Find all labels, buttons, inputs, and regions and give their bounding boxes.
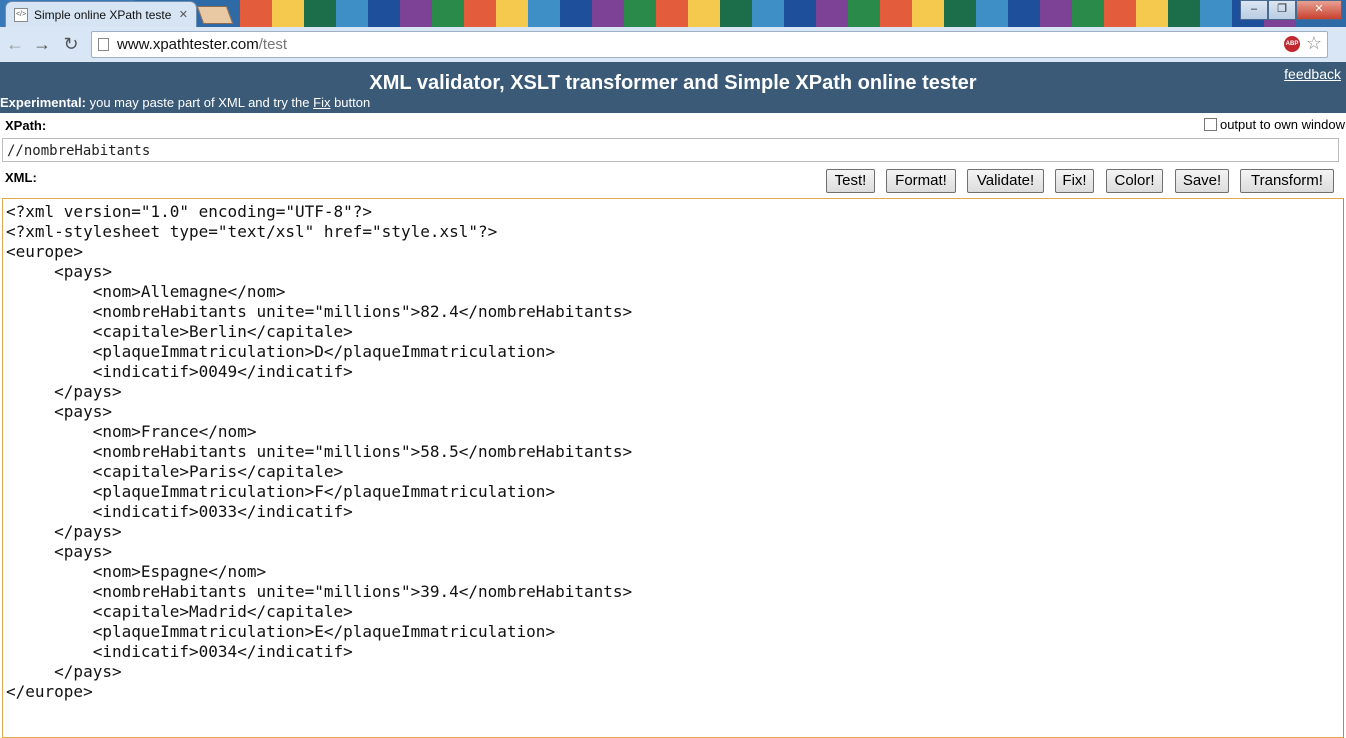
xpath-input[interactable]: //nombreHabitants	[2, 138, 1339, 162]
transform-button[interactable]: Transform!	[1240, 169, 1334, 193]
browser-toolbar: ← → ↻ www.xpathtester.com/test ABP ☆	[0, 27, 1346, 63]
output-own-window-checkbox[interactable]	[1203, 118, 1217, 131]
browser-tab-active[interactable]: </> Simple online XPath teste ✕	[6, 2, 196, 27]
color-button[interactable]: Color!	[1106, 169, 1163, 193]
output-own-window-option[interactable]: output to own window	[1203, 117, 1345, 132]
tab-close-icon[interactable]: ✕	[179, 8, 188, 21]
format-button[interactable]: Format!	[886, 169, 956, 193]
maximize-icon[interactable]: ❐	[1268, 0, 1296, 20]
adblock-icon[interactable]: ABP	[1284, 36, 1300, 52]
xml-editor[interactable]: <?xml version="1.0" encoding="UTF-8"?> <…	[2, 198, 1344, 738]
experimental-notice: Experimental: you may paste part of XML …	[0, 95, 371, 110]
page-favicon-icon: </>	[14, 7, 28, 22]
validate-button[interactable]: Validate!	[967, 169, 1044, 193]
page-title: XML validator, XSLT transformer and Simp…	[369, 72, 977, 94]
fix-button[interactable]: Fix!	[1055, 169, 1094, 193]
minimize-icon[interactable]: –	[1240, 0, 1268, 20]
bookmark-star-icon[interactable]: ☆	[1306, 33, 1322, 54]
url-text: www.xpathtester.com/test	[117, 36, 288, 53]
page-header: XML validator, XSLT transformer and Simp…	[0, 62, 1346, 113]
xml-label: XML:	[5, 170, 37, 185]
test-button[interactable]: Test!	[826, 169, 875, 193]
window-controls: – ❐ ✕	[1240, 0, 1342, 20]
fix-link[interactable]: Fix	[313, 95, 330, 110]
back-arrow-icon[interactable]: ←	[4, 33, 26, 55]
address-bar[interactable]: www.xpathtester.com/test ABP ☆	[91, 31, 1328, 58]
xpath-label: XPath:	[5, 118, 47, 133]
tab-title: Simple online XPath teste	[34, 7, 172, 22]
close-window-icon[interactable]: ✕	[1296, 0, 1342, 20]
feedback-link[interactable]: feedback	[1284, 66, 1341, 82]
page-icon	[98, 38, 109, 51]
decorative-stripes	[240, 0, 1296, 27]
browser-tabstrip: </> Simple online XPath teste ✕ – ❐ ✕	[0, 0, 1346, 27]
save-button[interactable]: Save!	[1175, 169, 1229, 193]
new-tab-button[interactable]	[196, 6, 234, 24]
xml-content[interactable]: <?xml version="1.0" encoding="UTF-8"?> <…	[6, 202, 632, 702]
forward-arrow-icon[interactable]: →	[31, 33, 53, 55]
reload-icon[interactable]: ↻	[60, 33, 82, 55]
